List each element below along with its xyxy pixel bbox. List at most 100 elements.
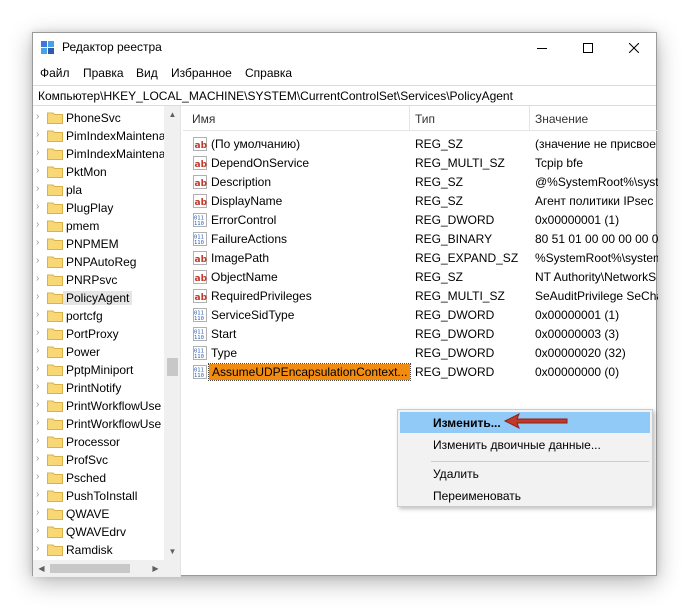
folder-icon bbox=[47, 184, 63, 196]
chevron-right-icon[interactable]: › bbox=[36, 183, 39, 194]
tree-item[interactable]: › PrintWorkflowUse bbox=[33, 415, 164, 433]
tree-item[interactable]: › QWAVE bbox=[33, 505, 164, 523]
tree-item[interactable]: › portcfg bbox=[33, 307, 164, 325]
value-type: REG_SZ bbox=[415, 137, 464, 151]
chevron-right-icon[interactable]: › bbox=[36, 237, 39, 248]
maximize-button[interactable] bbox=[565, 33, 611, 62]
scroll-down-icon[interactable]: ▼ bbox=[164, 543, 180, 560]
value-row[interactable]: 011 110 FailureActions REG_BINARY 80 51 01 0… bbox=[183, 230, 658, 249]
value-row[interactable]: 011 110 ServiceSidType REG_DWORD 0x00000001 … bbox=[183, 306, 658, 325]
tree-item[interactable]: › PushToInstall bbox=[33, 487, 164, 505]
value-name: ServiceSidType bbox=[211, 308, 295, 322]
tree-item[interactable]: › PimIndexMaintena bbox=[33, 145, 165, 163]
tree-item[interactable]: › PlugPlay bbox=[33, 199, 164, 217]
value-row[interactable]: ab (По умолчанию) REG_SZ (значение не присв… bbox=[183, 135, 658, 154]
value-row[interactable]: ab DisplayName REG_SZ Агент политики IPsec bbox=[183, 192, 658, 211]
minimize-button[interactable] bbox=[519, 33, 565, 62]
tree-item[interactable]: › pla bbox=[33, 181, 164, 199]
chevron-right-icon[interactable]: › bbox=[36, 507, 39, 518]
tree-item[interactable]: › ProfSvc bbox=[33, 451, 164, 469]
context-rename[interactable]: Переименовать bbox=[400, 485, 650, 506]
chevron-right-icon[interactable]: › bbox=[36, 417, 39, 428]
chevron-right-icon[interactable]: › bbox=[36, 111, 39, 122]
chevron-right-icon[interactable]: › bbox=[36, 363, 39, 374]
chevron-right-icon[interactable]: › bbox=[36, 543, 39, 554]
key-tree: › PhoneSvc › PimIndexMaintena › PimIndexMaint… bbox=[33, 106, 181, 577]
chevron-right-icon[interactable]: › bbox=[36, 381, 39, 392]
menu-file[interactable]: Файл bbox=[40, 66, 70, 80]
value-row[interactable]: 011 110 Type REG_DWORD 0x00000020 (32) bbox=[183, 344, 658, 363]
value-data: 80 51 01 00 00 00 00 0 bbox=[535, 232, 658, 246]
tree-item[interactable]: › PktMon bbox=[33, 163, 164, 181]
column-data[interactable]: Значение bbox=[535, 112, 588, 126]
chevron-right-icon[interactable]: › bbox=[36, 327, 39, 338]
tree-vertical-scrollbar[interactable]: ▲ ▼ bbox=[164, 106, 180, 560]
scroll-left-icon[interactable]: ◀ bbox=[33, 560, 50, 577]
value-row[interactable]: ab Description REG_SZ @%SystemRoot%\syste bbox=[183, 173, 658, 192]
menu-help[interactable]: Справка bbox=[245, 66, 292, 80]
chevron-right-icon[interactable]: › bbox=[36, 453, 39, 464]
menu-view[interactable]: Вид bbox=[136, 66, 158, 80]
tree-item[interactable]: › Ramdisk bbox=[33, 541, 164, 559]
chevron-right-icon[interactable]: › bbox=[36, 201, 39, 212]
chevron-right-icon[interactable]: › bbox=[36, 147, 39, 158]
chevron-right-icon[interactable]: › bbox=[36, 165, 39, 176]
tree-item[interactable]: › PhoneSvc bbox=[33, 109, 164, 127]
tree-item[interactable]: › PNPMEM bbox=[33, 235, 164, 253]
tree-item[interactable]: › pmem bbox=[33, 217, 164, 235]
scrollbar-thumb[interactable] bbox=[167, 358, 178, 376]
value-type: REG_MULTI_SZ bbox=[415, 156, 505, 170]
value-row[interactable]: 011 110 Start REG_DWORD 0x00000003 (3) bbox=[183, 325, 658, 344]
tree-item[interactable]: › QWAVEdrv bbox=[33, 523, 164, 541]
value-data: 0x00000001 (1) bbox=[535, 308, 620, 322]
svg-text:110: 110 bbox=[194, 335, 204, 341]
chevron-right-icon[interactable]: › bbox=[36, 435, 39, 446]
chevron-right-icon[interactable]: › bbox=[36, 525, 39, 536]
column-type[interactable]: Тип bbox=[415, 112, 435, 126]
value-row[interactable]: 011 110 ErrorControl REG_DWORD 0x00000001 (1… bbox=[183, 211, 658, 230]
tree-item[interactable]: › Processor bbox=[33, 433, 164, 451]
folder-icon bbox=[47, 400, 63, 412]
scrollbar-thumb[interactable] bbox=[50, 564, 130, 573]
column-name[interactable]: Имя bbox=[192, 112, 215, 126]
tree-horizontal-scrollbar[interactable]: ◀ ▶ bbox=[33, 560, 180, 577]
context-modify-binary[interactable]: Изменить двоичные данные... bbox=[400, 434, 650, 455]
value-type: REG_EXPAND_SZ bbox=[415, 251, 519, 265]
tree-item[interactable]: › PrintWorkflowUse bbox=[33, 397, 164, 415]
value-type: REG_DWORD bbox=[415, 213, 495, 227]
string-value-icon: ab bbox=[193, 156, 207, 170]
chevron-right-icon[interactable]: › bbox=[36, 345, 39, 356]
chevron-right-icon[interactable]: › bbox=[36, 399, 39, 410]
tree-item[interactable]: › PNRPsvc bbox=[33, 271, 164, 289]
tree-item[interactable]: › PortProxy bbox=[33, 325, 164, 343]
tree-item[interactable]: › PptpMiniport bbox=[33, 361, 164, 379]
tree-item[interactable]: › PrintNotify bbox=[33, 379, 164, 397]
value-row[interactable]: ab ImagePath REG_EXPAND_SZ %SystemRoot%\sys… bbox=[183, 249, 658, 268]
tree-item[interactable]: › PolicyAgent bbox=[33, 289, 164, 307]
column-divider[interactable] bbox=[409, 106, 410, 131]
chevron-right-icon[interactable]: › bbox=[36, 255, 39, 266]
scroll-right-icon[interactable]: ▶ bbox=[147, 560, 164, 577]
tree-item[interactable]: › PimIndexMaintena bbox=[33, 127, 165, 145]
menu-edit[interactable]: Правка bbox=[83, 66, 124, 80]
address-bar[interactable]: Компьютер\HKEY_LOCAL_MACHINE\SYSTEM\Curr… bbox=[33, 85, 656, 106]
value-row[interactable]: 011 110 AssumeUDPEncapsulationContext... RE… bbox=[183, 363, 658, 382]
value-row[interactable]: ab RequiredPrivileges REG_MULTI_SZ SeAuditP… bbox=[183, 287, 658, 306]
chevron-right-icon[interactable]: › bbox=[36, 273, 39, 284]
scroll-up-icon[interactable]: ▲ bbox=[164, 106, 180, 123]
tree-item[interactable]: › Power bbox=[33, 343, 164, 361]
chevron-right-icon[interactable]: › bbox=[36, 129, 39, 140]
chevron-right-icon[interactable]: › bbox=[36, 291, 39, 302]
tree-item[interactable]: › Psched bbox=[33, 469, 164, 487]
chevron-right-icon[interactable]: › bbox=[36, 309, 39, 320]
menu-favorites[interactable]: Избранное bbox=[171, 66, 232, 80]
value-row[interactable]: ab DependOnService REG_MULTI_SZ Tcpip bfe bbox=[183, 154, 658, 173]
value-row[interactable]: ab ObjectName REG_SZ NT Authority\NetworkS bbox=[183, 268, 658, 287]
close-button[interactable] bbox=[611, 33, 657, 62]
chevron-right-icon[interactable]: › bbox=[36, 219, 39, 230]
chevron-right-icon[interactable]: › bbox=[36, 489, 39, 500]
chevron-right-icon[interactable]: › bbox=[36, 471, 39, 482]
context-delete[interactable]: Удалить bbox=[400, 463, 650, 484]
tree-item[interactable]: › PNPAutoReg bbox=[33, 253, 164, 271]
column-divider[interactable] bbox=[529, 106, 530, 131]
